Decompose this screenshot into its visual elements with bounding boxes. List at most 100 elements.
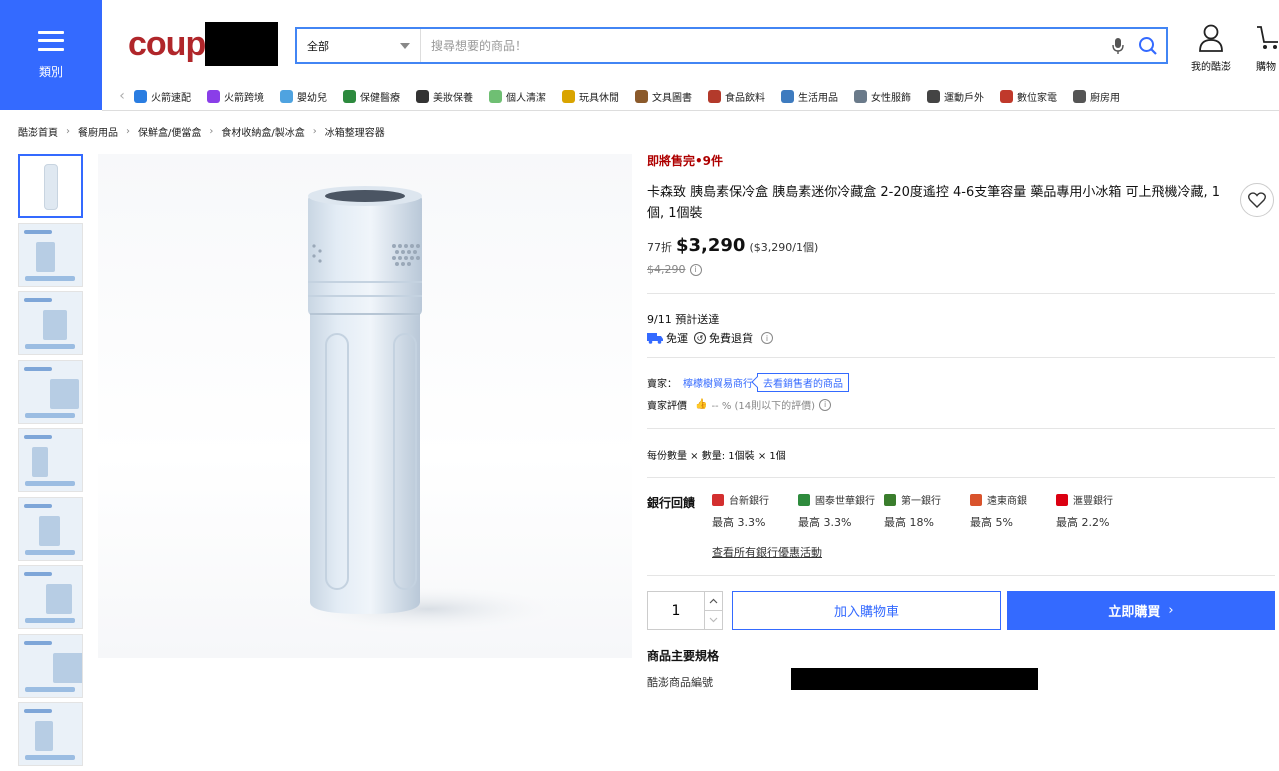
search-scope-select[interactable]: 全部 — [297, 29, 421, 62]
seller-rating-value: -- % (14則以下的評價) — [711, 401, 816, 412]
heart-icon — [1248, 192, 1266, 208]
breadcrumb-item[interactable]: 保鮮盒/便當盒 — [138, 124, 201, 139]
bank-promo-item: 滙豐銀行最高 2.2% — [1056, 492, 1142, 530]
category-nav-item[interactable]: 女性服飾 — [854, 89, 911, 104]
my-account-button[interactable]: 我的酷澎 — [1186, 24, 1236, 73]
bank-rate: 最高 5% — [970, 516, 1013, 529]
quantity-input[interactable] — [648, 592, 704, 629]
category-nav-item[interactable]: 生活用品 — [781, 89, 838, 104]
category-nav-label: 數位家電 — [1017, 92, 1057, 104]
original-price-row: $4,290 i — [647, 263, 702, 276]
category-nav-label: 美妝保養 — [433, 92, 473, 104]
spec-row-label: 酷澎商品編號 — [647, 676, 713, 689]
bank-logo-icon — [1056, 493, 1068, 506]
bank-rate: 最高 18% — [884, 516, 934, 529]
chevron-right-icon: › — [312, 126, 317, 137]
unit-price: ($3,290/1個) — [749, 241, 819, 254]
category-nav-label: 運動戶外 — [944, 92, 984, 104]
category-nav-item[interactable]: 廚房用 — [1073, 89, 1120, 104]
discount-rate: 77折 — [647, 241, 672, 254]
header-divider — [102, 110, 1279, 111]
search-input[interactable] — [421, 29, 1106, 62]
info-icon[interactable]: i — [761, 332, 773, 344]
seller-name-link[interactable]: 檸檬樹貿易商行 — [683, 375, 753, 390]
chevron-right-icon: › — [66, 126, 70, 137]
spec-value-redaction — [791, 668, 1038, 690]
logo[interactable]: coup — [128, 22, 279, 66]
breadcrumb-item[interactable]: 冰箱整理容器 — [325, 124, 385, 139]
product-thumbnail[interactable] — [18, 154, 83, 218]
product-thumbnail[interactable] — [18, 359, 83, 424]
category-nav-item[interactable]: 個人清潔 — [489, 89, 546, 104]
category-menu-button[interactable]: 類別 — [0, 0, 102, 110]
category-nav-item[interactable]: 文具圖書 — [635, 89, 692, 104]
cart-button[interactable]: 購物 — [1256, 24, 1279, 73]
category-nav-item[interactable]: 數位家電 — [1000, 89, 1057, 104]
price-row: 77折 $3,290 ($3,290/1個) — [647, 235, 818, 256]
category-icon — [1000, 89, 1013, 103]
breadcrumb-item[interactable]: 餐廚用品 — [78, 124, 118, 139]
category-nav-item[interactable]: 嬰幼兒 — [280, 89, 327, 104]
category-nav-label: 文具圖書 — [652, 92, 692, 104]
category-nav-item[interactable]: 火箭速配 — [134, 89, 191, 104]
buy-now-button[interactable]: 立即購買 › — [1007, 591, 1275, 630]
all-bank-promos-link[interactable]: 查看所有銀行優惠活動 — [712, 544, 822, 560]
bank-promo-item: 遠東商銀最高 5% — [970, 492, 1056, 530]
category-icon — [562, 89, 575, 103]
product-thumbnail[interactable] — [18, 428, 83, 492]
category-icon — [489, 89, 502, 103]
product-thumbnail[interactable] — [18, 222, 83, 287]
product-thumbnail[interactable] — [18, 565, 83, 629]
divider — [647, 357, 1275, 358]
product-thumbnail[interactable] — [18, 702, 83, 766]
bank-name: 台新銀行 — [729, 496, 769, 507]
category-nav-label: 生活用品 — [798, 92, 838, 104]
product-thumbnail[interactable] — [18, 633, 83, 698]
category-icon — [343, 89, 356, 103]
product-main-image[interactable] — [98, 154, 632, 658]
bank-name: 國泰世華銀行 — [815, 496, 875, 507]
bank-promo-item: 台新銀行 最高 3.3% — [712, 492, 798, 530]
breadcrumb: 酷澎首頁 › 餐廚用品 › 保鮮盒/便當盒 › 食材收納盒/製冰盒 › 冰箱整理容器 — [18, 124, 385, 139]
seller-label: 賣家： — [647, 379, 677, 390]
breadcrumb-item[interactable]: 酷澎首頁 — [18, 124, 58, 139]
logo-redaction — [205, 22, 279, 66]
divider — [647, 477, 1275, 478]
add-to-cart-button[interactable]: 加入購物車 — [732, 591, 1001, 630]
category-nav-item[interactable]: 火箭跨境 — [207, 89, 264, 104]
info-icon[interactable]: i — [819, 398, 832, 411]
cart-icon — [1257, 26, 1278, 49]
thumbnail-list — [18, 154, 84, 771]
category-nav: ‹ 火箭速配 火箭跨境 嬰幼兒 保健醫療 美妝保養 個人清潔 玩具休閒 文具圖書 食品飲料 生活用… — [110, 84, 1136, 108]
quantity-summary: 每份數量 × 數量: 1個裝 × 1個 — [647, 451, 786, 462]
bank-name: 第一銀行 — [901, 496, 941, 507]
wishlist-button[interactable] — [1240, 183, 1274, 217]
bank-rate: 最高 2.2% — [1056, 516, 1110, 529]
product-info: 即將售完•9件 卡森致 胰島素保冷盒 胰島素迷你冷藏盒 2-20度遙控 4-6支… — [647, 152, 1275, 690]
info-icon[interactable]: i — [689, 263, 702, 276]
category-nav-item[interactable]: 玩具休閒 — [562, 89, 619, 104]
quantity-increase-button[interactable] — [705, 592, 722, 611]
seller-products-link[interactable]: 去看銷售者的商品 — [757, 373, 849, 392]
chevron-left-icon[interactable]: ‹ — [110, 88, 134, 104]
chevron-down-icon — [709, 617, 718, 623]
hamburger-icon — [38, 30, 64, 51]
microphone-icon[interactable] — [1106, 34, 1130, 58]
stock-status: 即將售完•9件 — [647, 154, 724, 168]
breadcrumb-item[interactable]: 食材收納盒/製冰盒 — [221, 124, 304, 139]
search-icon[interactable] — [1136, 34, 1160, 58]
product-thumbnail[interactable] — [18, 291, 83, 355]
category-nav-item[interactable]: 食品飲料 — [708, 89, 765, 104]
bank-name: 遠東商銀 — [987, 496, 1027, 507]
category-nav-item[interactable]: 運動戶外 — [927, 89, 984, 104]
category-nav-item[interactable]: 美妝保養 — [416, 89, 473, 104]
product-thumbnail[interactable] — [18, 496, 83, 561]
category-nav-label: 女性服飾 — [871, 92, 911, 104]
category-nav-item[interactable]: 保健醫療 — [343, 89, 400, 104]
quantity-decrease-button[interactable] — [705, 611, 722, 629]
search-bar: 全部 — [295, 27, 1168, 64]
add-to-cart-label: 加入購物車 — [833, 605, 899, 620]
bank-name: 滙豐銀行 — [1073, 496, 1113, 507]
quantity-stepper — [647, 591, 723, 630]
divider — [647, 293, 1275, 294]
